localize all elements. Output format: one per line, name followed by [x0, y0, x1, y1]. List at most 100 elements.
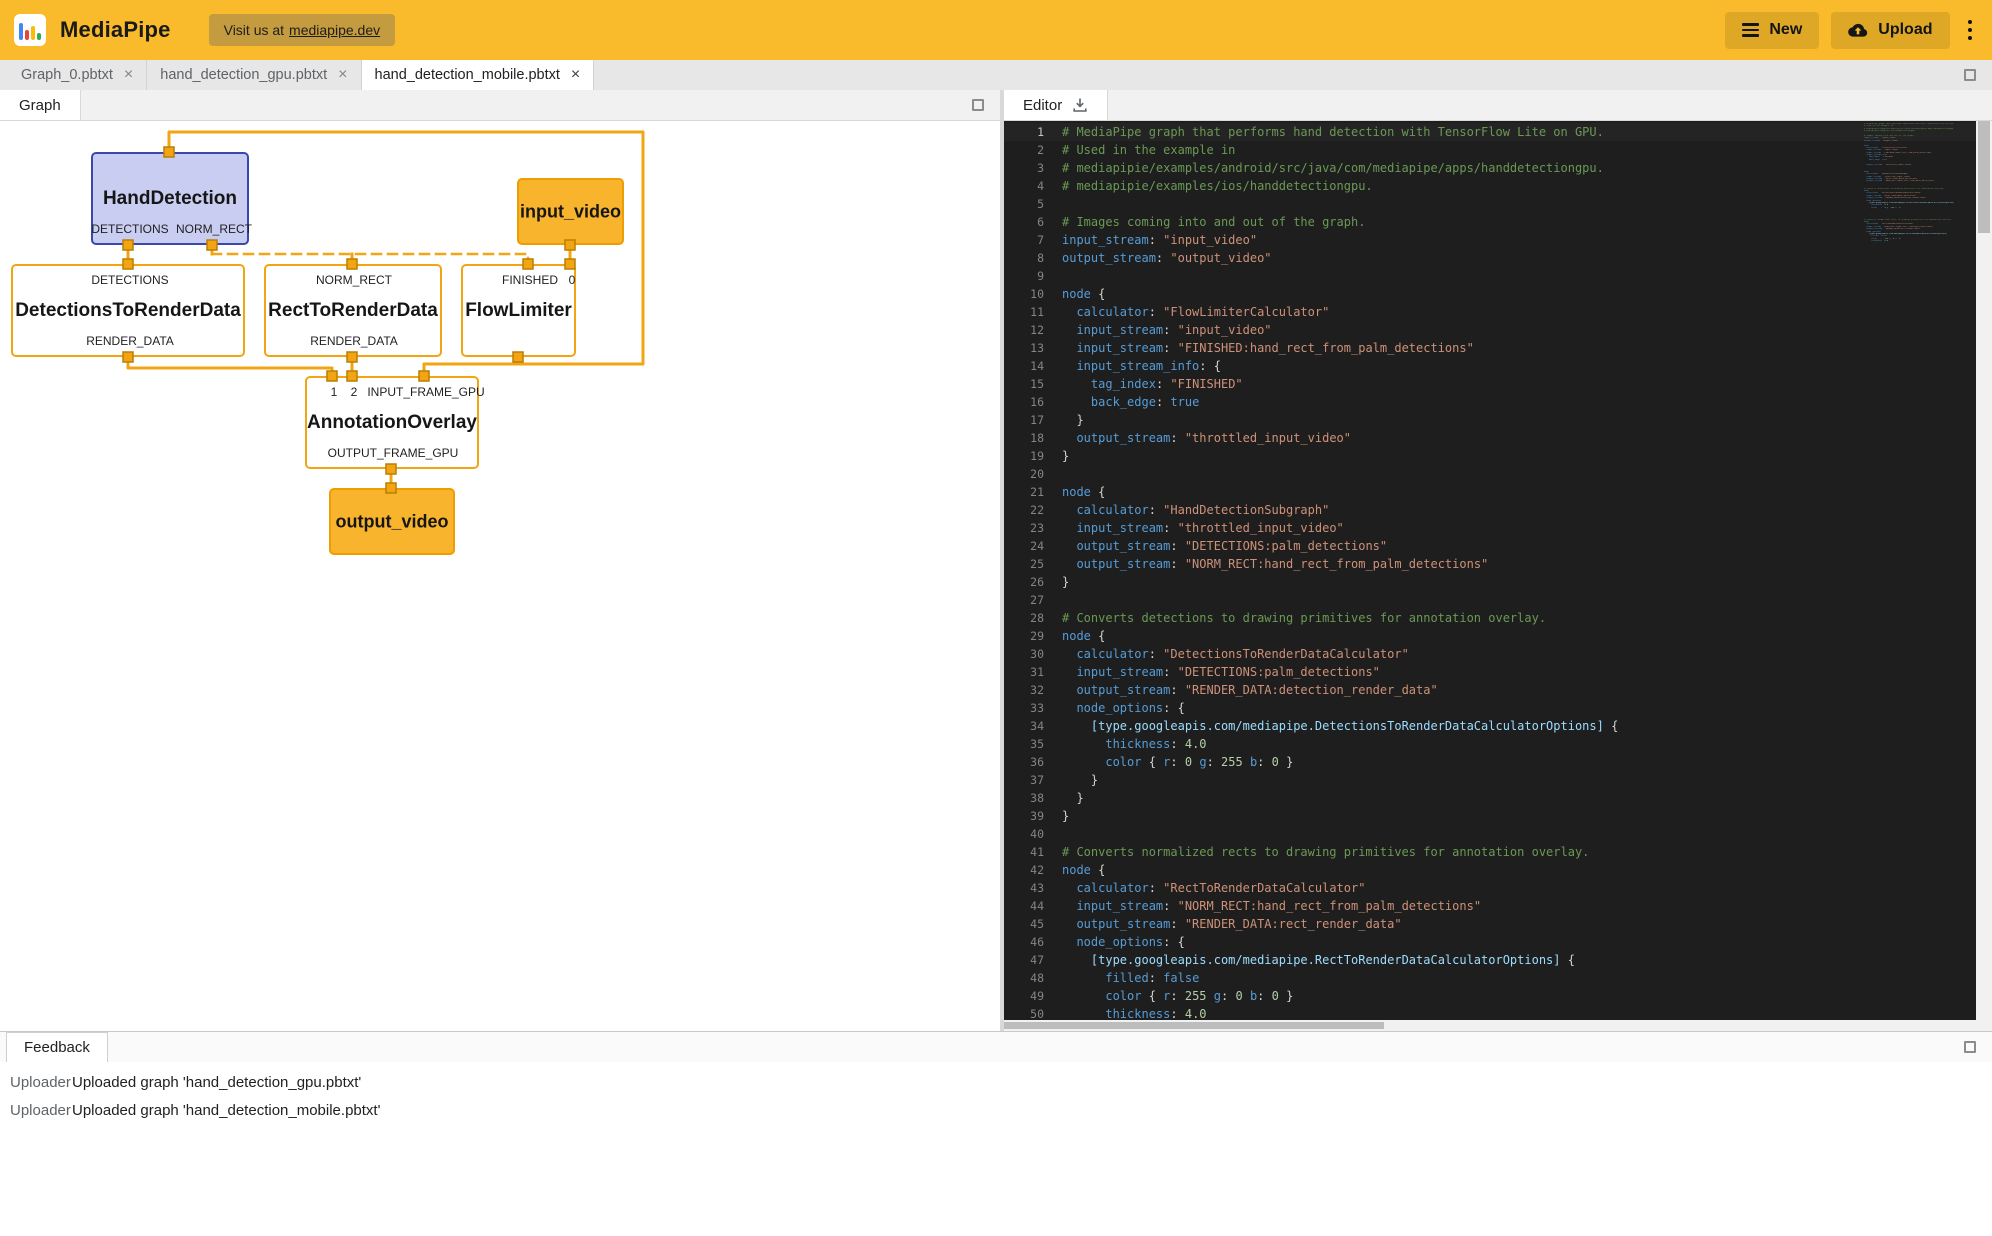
code-line-16: 16 back_edge: true: [1004, 393, 1976, 411]
code-line-25: 25 output_stream: "NORM_RECT:hand_rect_f…: [1004, 555, 1976, 573]
tab-editor[interactable]: Editor: [1004, 90, 1108, 120]
line-number: 28: [1004, 609, 1044, 627]
new-button[interactable]: New: [1725, 12, 1819, 49]
tab-feedback[interactable]: Feedback: [6, 1032, 108, 1062]
expand-feedback-icon[interactable]: [1964, 1041, 1976, 1053]
code-line-27: 27: [1004, 591, 1976, 609]
graph-edge: [424, 357, 518, 376]
graph-node-AnnotationOverlay[interactable]: 12INPUT_FRAME_GPUOUTPUT_FRAME_GPUAnnotat…: [305, 376, 479, 469]
code-line-34: 34 [type.googleapis.com/mediapipe.Detect…: [1004, 717, 1976, 735]
editor-tab-label: Editor: [1023, 97, 1062, 114]
code-line-28: 28# Converts detections to drawing primi…: [1004, 609, 1976, 627]
port-label: 0: [569, 273, 576, 287]
file-tab-Graph_0.pbtxt[interactable]: Graph_0.pbtxt ×: [8, 60, 147, 90]
line-number: 19: [1004, 447, 1044, 465]
line-number: 10: [1004, 285, 1044, 303]
file-tab-hand_detection_gpu.pbtxt[interactable]: hand_detection_gpu.pbtxt×: [147, 60, 361, 90]
feedback-tab-label: Feedback: [24, 1039, 90, 1056]
line-number: 23: [1004, 519, 1044, 537]
kebab-menu-icon[interactable]: [1962, 15, 1979, 46]
code-line-12: 12 input_stream: "input_video": [1004, 321, 1976, 339]
code-line-6: 6# Images coming into and out of the gra…: [1004, 213, 1976, 231]
graph-node-title: input_video: [519, 201, 622, 222]
line-number: 39: [1004, 807, 1044, 825]
line-number: 29: [1004, 627, 1044, 645]
line-number: 40: [1004, 825, 1044, 843]
graph-node-title: RectToRenderData: [266, 300, 440, 322]
graph-node-output_video[interactable]: output_video: [329, 488, 455, 555]
file-tabs: Graph_0.pbtxt×hand_detection_gpu.pbtxt×h…: [8, 60, 594, 90]
line-number: 14: [1004, 357, 1044, 375]
feedback-source: Uploader: [10, 1102, 72, 1119]
line-number: 2: [1004, 141, 1044, 159]
file-tab-label: Graph_0.pbtxt: [21, 67, 113, 83]
line-number: 35: [1004, 735, 1044, 753]
line-number: 9: [1004, 267, 1044, 285]
code-line-33: 33 node_options: {: [1004, 699, 1976, 717]
graph-node-DetectionsToRenderData[interactable]: DETECTIONSRENDER_DATADetectionsToRenderD…: [11, 264, 245, 357]
code-line-39: 39}: [1004, 807, 1976, 825]
graph-node-RectToRenderData[interactable]: NORM_RECTRENDER_DATARectToRenderData: [264, 264, 442, 357]
feedback-row: UploaderUploaded graph 'hand_detection_m…: [0, 1096, 1992, 1124]
code-editor[interactable]: 1 # MediaPipe graph that performs hand de…: [1004, 121, 1992, 1031]
editor-horizontal-scrollbar[interactable]: [1004, 1020, 1976, 1031]
download-icon[interactable]: [1072, 97, 1088, 113]
line-number: 38: [1004, 789, 1044, 807]
code-line-41: 41# Converts normalized rects to drawing…: [1004, 843, 1976, 861]
line-number: 1: [1004, 123, 1044, 141]
close-tab-icon[interactable]: ×: [338, 66, 347, 84]
line-number: 24: [1004, 537, 1044, 555]
feedback-message: Uploaded graph 'hand_detection_gpu.pbtxt…: [72, 1074, 361, 1091]
code-line-3: 3# mediapipie/examples/android/src/java/…: [1004, 159, 1976, 177]
close-tab-icon[interactable]: ×: [571, 66, 580, 84]
line-number: 32: [1004, 681, 1044, 699]
code-line-18: 18 output_stream: "throttled_input_video…: [1004, 429, 1976, 447]
code-line-10: 10node {: [1004, 285, 1976, 303]
code-line-40: 40: [1004, 825, 1976, 843]
expand-graph-icon[interactable]: [972, 99, 984, 111]
line-number: 3: [1004, 159, 1044, 177]
editor-vertical-scrollbar[interactable]: [1976, 121, 1992, 1031]
code-lines: 1 # MediaPipe graph that performs hand de…: [1004, 123, 1976, 1031]
graph-node-input_video[interactable]: input_video: [517, 178, 624, 245]
line-number: 47: [1004, 951, 1044, 969]
code-line-42: 42node {: [1004, 861, 1976, 879]
minimap[interactable]: # MediaPipe graph that performs hand det…: [1864, 123, 1976, 245]
vertical-scrollbar-thumb[interactable]: [1978, 121, 1990, 233]
code-line-11: 11 calculator: "FlowLimiterCalculator": [1004, 303, 1976, 321]
port-label: DETECTIONS: [91, 222, 168, 236]
horizontal-scrollbar-thumb[interactable]: [1004, 1022, 1384, 1029]
graph-node-title: FlowLimiter: [463, 300, 574, 322]
code-line-29: 29node {: [1004, 627, 1976, 645]
line-number: 34: [1004, 717, 1044, 735]
menu-icon: [1742, 29, 1759, 31]
cloud-upload-icon: [1848, 23, 1868, 38]
line-number: 5: [1004, 195, 1044, 213]
upload-button[interactable]: Upload: [1831, 12, 1949, 49]
code-line-37: 37 }: [1004, 771, 1976, 789]
restore-layout-icon[interactable]: [1964, 69, 1976, 81]
topbar-actions: New Upload: [1725, 12, 1978, 49]
feedback-row: UploaderUploaded graph 'hand_detection_g…: [0, 1068, 1992, 1096]
file-tab-hand_detection_mobile.pbtxt[interactable]: hand_detection_mobile.pbtxt×: [362, 60, 595, 90]
port-label: DETECTIONS: [91, 273, 168, 287]
port-label: RENDER_DATA: [86, 334, 174, 348]
tab-graph[interactable]: Graph: [0, 90, 81, 120]
visit-link[interactable]: mediapipe.dev: [289, 22, 380, 38]
close-tab-icon[interactable]: ×: [124, 66, 133, 84]
line-number: 46: [1004, 933, 1044, 951]
port-label: INPUT_FRAME_GPU: [367, 385, 484, 399]
line-number: 31: [1004, 663, 1044, 681]
upload-button-label: Upload: [1878, 21, 1932, 39]
code-line-44: 44 input_stream: "NORM_RECT:hand_rect_fr…: [1004, 897, 1976, 915]
minimap-line: }: [1864, 243, 1976, 245]
code-line-46: 46 node_options: {: [1004, 933, 1976, 951]
code-line-48: 48 filled: false: [1004, 969, 1976, 987]
graph-canvas[interactable]: DETECTIONSNORM_RECTHandDetection input_vi…: [0, 121, 1000, 1031]
graph-node-HandDetection[interactable]: DETECTIONSNORM_RECTHandDetection: [91, 152, 249, 245]
app-title: MediaPipe: [60, 17, 171, 43]
graph-node-FlowLimiter[interactable]: FINISHED0FlowLimiter: [461, 264, 576, 357]
code-line-47: 47 [type.googleapis.com/mediapipe.RectTo…: [1004, 951, 1976, 969]
line-number: 43: [1004, 879, 1044, 897]
line-number: 15: [1004, 375, 1044, 393]
